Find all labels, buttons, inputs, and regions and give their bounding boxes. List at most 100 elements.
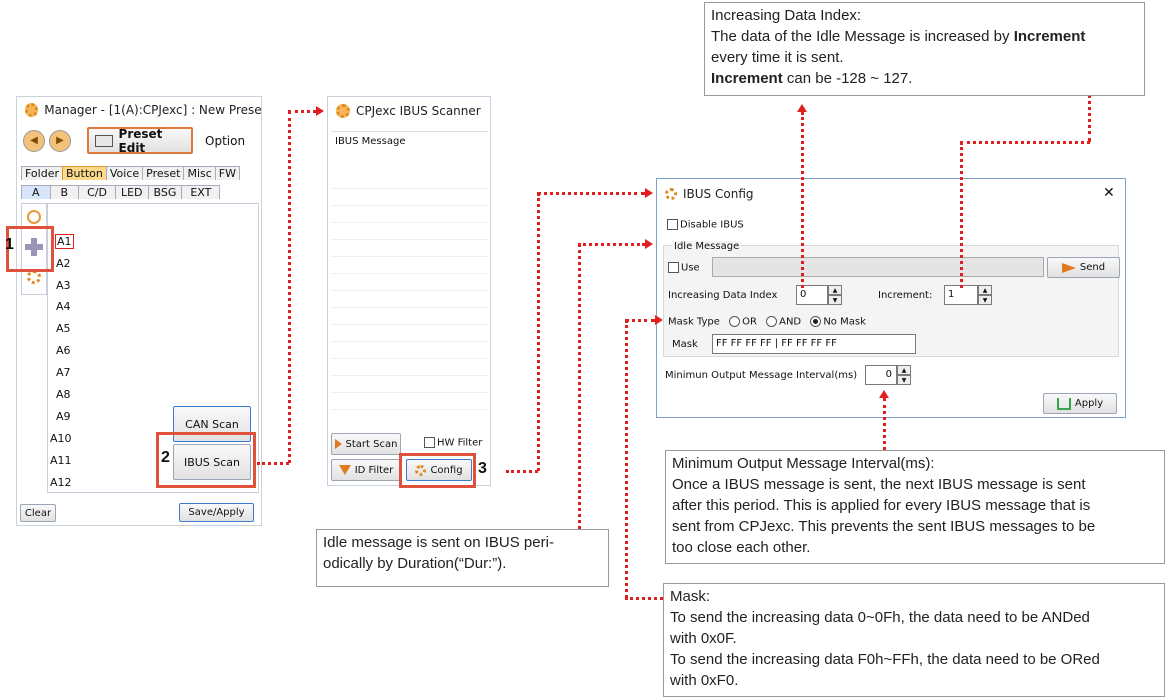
tab-ext[interactable]: EXT xyxy=(181,185,221,199)
increasing-index-input[interactable]: 0 xyxy=(796,285,828,305)
forward-arrow-button[interactable]: ▶ xyxy=(49,130,71,152)
tab-fw[interactable]: FW xyxy=(214,166,240,180)
note-mask-line5: with 0xF0. xyxy=(670,672,739,689)
send-label: Send xyxy=(1079,262,1106,273)
preset-edit-button[interactable]: Preset Edit xyxy=(87,126,193,155)
note-index-line1: Increasing Data Index: xyxy=(711,7,862,24)
mask-input[interactable]: FF FF FF FF | FF FF FF FF xyxy=(712,334,916,354)
gears-icon[interactable] xyxy=(27,270,41,284)
list-item[interactable]: A1 xyxy=(55,234,74,249)
tab-bsg[interactable]: BSG xyxy=(147,185,183,199)
list-item[interactable]: A8 xyxy=(56,388,71,401)
interval-spinner-up[interactable]: ▲ xyxy=(897,365,911,375)
mask-none-radio[interactable] xyxy=(810,316,822,327)
stopwatch-icon[interactable] xyxy=(27,210,41,224)
disable-ibus-checkbox[interactable]: Disable IBUS xyxy=(667,219,744,231)
play-icon xyxy=(334,439,342,449)
tab-voice[interactable]: Voice xyxy=(105,166,144,180)
note-interval-line2: Once a IBUS message is sent, the next IB… xyxy=(672,476,1086,493)
connector-interval-note xyxy=(883,398,886,450)
arrow-right-icon xyxy=(645,239,653,249)
preset-edit-label: Preset Edit xyxy=(118,126,163,155)
hw-filter-label: HW Filter xyxy=(437,437,483,449)
tab-misc[interactable]: Misc xyxy=(183,166,216,180)
gear-icon xyxy=(25,103,39,117)
list-item[interactable]: A2 xyxy=(56,257,71,270)
connector-idle-note xyxy=(578,244,581,529)
save-apply-button[interactable]: Save/Apply xyxy=(179,503,254,522)
tab-led[interactable]: LED xyxy=(114,185,149,199)
use-checkbox[interactable]: Use xyxy=(668,262,700,274)
step3-number: 3 xyxy=(478,460,487,477)
list-item[interactable]: A6 xyxy=(56,344,71,357)
close-icon[interactable]: ✕ xyxy=(1103,185,1115,201)
back-arrow-button[interactable]: ◀ xyxy=(23,130,45,152)
list-item[interactable]: A11 xyxy=(50,454,72,467)
config-title: IBUS Config xyxy=(683,187,754,201)
send-button[interactable]: Send xyxy=(1047,257,1120,278)
scanner-message-list: IBUS Message xyxy=(331,131,488,427)
min-interval-input[interactable]: 0 xyxy=(865,365,897,385)
tab-cd[interactable]: C/D xyxy=(78,185,116,199)
index-spinner-down[interactable]: ▼ xyxy=(828,295,842,305)
hw-filter-checkbox[interactable]: HW Filter xyxy=(424,437,482,449)
ibus-message-header: IBUS Message xyxy=(335,136,406,147)
increment-input[interactable]: 1 xyxy=(944,285,978,305)
list-item[interactable]: A4 xyxy=(56,300,71,313)
step1-number: 1 xyxy=(5,236,14,253)
tab-button[interactable]: Button xyxy=(62,166,107,180)
index-spinner-up[interactable]: ▲ xyxy=(828,285,842,295)
mask-label: Mask xyxy=(672,339,698,350)
list-item[interactable]: A10 xyxy=(50,432,72,445)
list-item[interactable]: A7 xyxy=(56,366,71,379)
note-index-line3: every time it is sent. xyxy=(711,49,844,66)
step3-highlight xyxy=(399,453,476,488)
list-item[interactable]: A3 xyxy=(56,279,71,292)
connector-config-to-dialog-v xyxy=(537,193,540,471)
interval-spinner-down[interactable]: ▼ xyxy=(897,375,911,385)
list-item[interactable]: A5 xyxy=(56,322,71,335)
tab-a[interactable]: A xyxy=(21,185,51,199)
increment-label: Increment: xyxy=(878,290,933,301)
idle-message-group: Idle Message Use Send Increasing Data In… xyxy=(663,241,1120,357)
mask-or-radio[interactable] xyxy=(729,316,741,327)
note-idle-line1: Idle message is sent on IBUS peri- xyxy=(323,534,554,551)
use-label: Use xyxy=(681,262,700,274)
mask-none-label: No Mask xyxy=(823,316,866,328)
tab-folder[interactable]: Folder xyxy=(21,166,63,180)
hw-filter-check-icon xyxy=(424,437,435,448)
tab-preset[interactable]: Preset xyxy=(142,166,185,180)
apply-button[interactable]: Apply xyxy=(1043,393,1117,414)
top-tab-row: Folder Button Voice Preset Misc FW xyxy=(21,166,240,180)
step2-number: 2 xyxy=(161,449,170,466)
manager-title-bar: Manager - [1(A):CPJexc] : New Preset.pr xyxy=(17,97,261,123)
tab-b[interactable]: B xyxy=(49,185,80,199)
connector-scan-to-scanner xyxy=(257,462,289,465)
message-rows xyxy=(331,172,488,410)
option-menu[interactable]: Option xyxy=(205,134,245,148)
gears-icon xyxy=(665,188,677,200)
id-filter-button[interactable]: ID Filter xyxy=(331,459,401,481)
scanner-window: CPJexc IBUS Scanner IBUS Message Start S… xyxy=(327,96,491,486)
arrow-right-icon xyxy=(655,315,663,325)
note-index-line4a: Increment xyxy=(711,70,783,87)
list-item[interactable]: A9 xyxy=(56,410,71,423)
clear-button[interactable]: Clear xyxy=(20,504,56,522)
idle-message-input[interactable] xyxy=(712,257,1044,277)
increment-spinner-down[interactable]: ▼ xyxy=(978,295,992,305)
idle-message-label: Idle Message xyxy=(672,241,742,252)
scanner-title-bar: CPJexc IBUS Scanner xyxy=(328,97,490,125)
note-interval-line5: too close each other. xyxy=(672,539,811,556)
list-item[interactable]: A12 xyxy=(50,476,72,489)
start-scan-label: Start Scan xyxy=(345,438,398,450)
start-scan-button[interactable]: Start Scan xyxy=(331,433,401,455)
send-arrow-icon xyxy=(1061,262,1076,273)
connector-increment-h xyxy=(960,141,1090,144)
note-interval-line3: after this period. This is applied for e… xyxy=(672,497,1091,514)
increment-spinner-up[interactable]: ▲ xyxy=(978,285,992,295)
note-index-line2b: Increment xyxy=(1013,28,1086,45)
note-mask-line1: Mask: xyxy=(670,588,711,605)
arrow-right-icon xyxy=(645,188,653,198)
mask-and-radio[interactable] xyxy=(766,316,778,327)
connector-config-to-dialog xyxy=(506,470,538,473)
